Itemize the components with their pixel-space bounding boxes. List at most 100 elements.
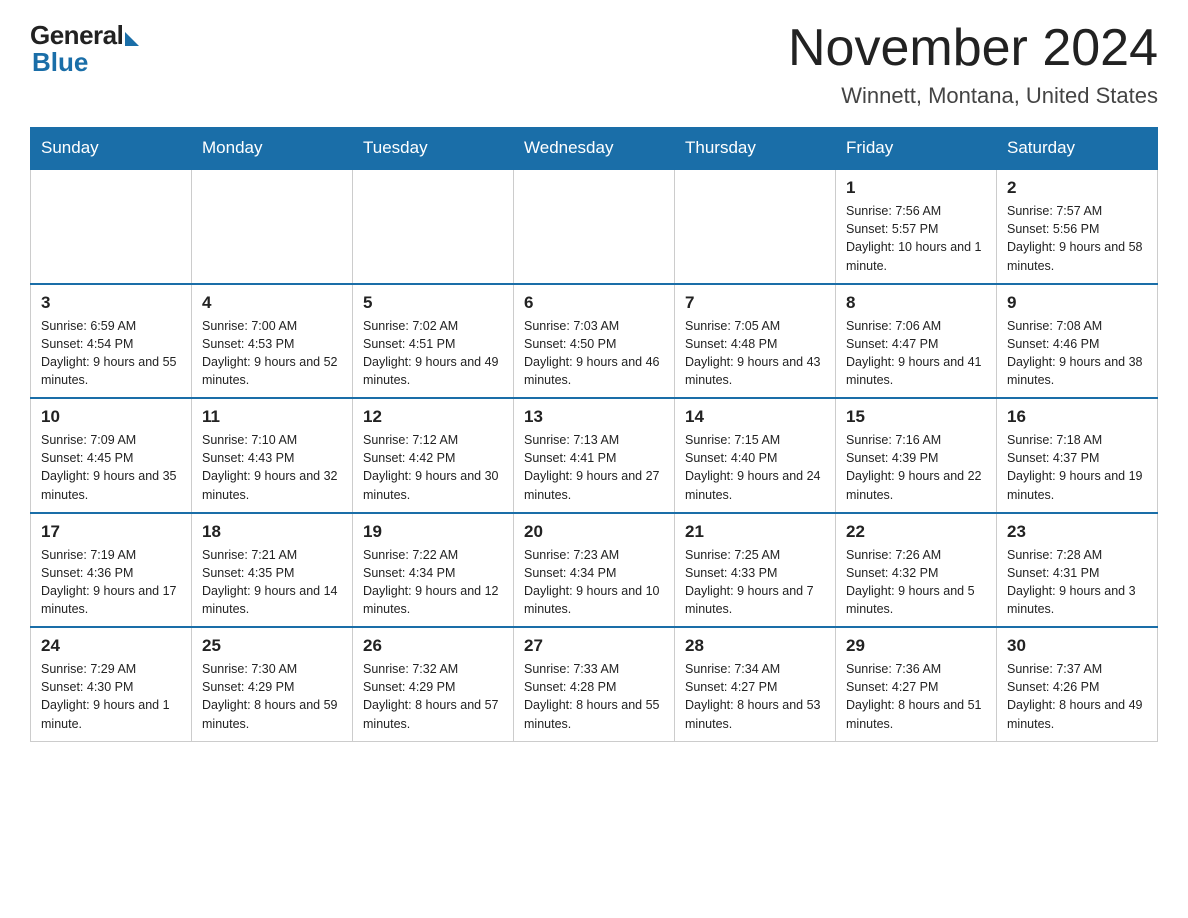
week-row-2: 3Sunrise: 6:59 AM Sunset: 4:54 PM Daylig… — [31, 284, 1158, 399]
day-info: Sunrise: 7:02 AM Sunset: 4:51 PM Dayligh… — [363, 317, 503, 390]
week-row-5: 24 Sunrise: 7:29 AM Sunset: 4:30 PM Dayli… — [31, 627, 1158, 741]
day-number: 12 — [363, 407, 503, 427]
calendar-cell — [514, 169, 675, 284]
day-number: 26 — [363, 636, 503, 656]
calendar-header-wednesday: Wednesday — [514, 128, 675, 170]
logo-text-blue: Blue — [32, 47, 88, 78]
day-info: Sunrise: 7:36 AM Sunset: 4:27 PM Dayligh… — [846, 660, 986, 733]
calendar-cell — [31, 169, 192, 284]
page-header: General Blue November 2024 Winnett, Mont… — [30, 20, 1158, 109]
calendar-cell: 8 Sunrise: 7:06 AM Sunset: 4:47 PM Daylig… — [836, 284, 997, 399]
calendar-header-saturday: Saturday — [997, 128, 1158, 170]
day-number: 14 — [685, 407, 825, 427]
day-info: Sunrise: 7:10 AM Sunset: 4:43 PM Dayligh… — [202, 431, 342, 504]
calendar-cell: 12 Sunrise: 7:12 AM Sunset: 4:42 PM Dayli… — [353, 398, 514, 513]
day-info: Sunrise: 7:16 AM Sunset: 4:39 PM Dayligh… — [846, 431, 986, 504]
calendar-cell — [353, 169, 514, 284]
calendar-table: SundayMondayTuesdayWednesdayThursdayFrid… — [30, 127, 1158, 742]
calendar-cell: 2Sunrise: 7:57 AM Sunset: 5:56 PM Daylig… — [997, 169, 1158, 284]
calendar-cell: 24 Sunrise: 7:29 AM Sunset: 4:30 PM Dayli… — [31, 627, 192, 741]
calendar-cell: 6Sunrise: 7:03 AM Sunset: 4:50 PM Daylig… — [514, 284, 675, 399]
day-info: Sunrise: 7:15 AM Sunset: 4:40 PM Dayligh… — [685, 431, 825, 504]
day-number: 15 — [846, 407, 986, 427]
day-number: 23 — [1007, 522, 1147, 542]
day-info: Sunrise: 7:32 AM Sunset: 4:29 PM Dayligh… — [363, 660, 503, 733]
day-number: 28 — [685, 636, 825, 656]
calendar-cell — [192, 169, 353, 284]
day-number: 1 — [846, 178, 986, 198]
day-number: 8 — [846, 293, 986, 313]
day-info: Sunrise: 7:37 AM Sunset: 4:26 PM Dayligh… — [1007, 660, 1147, 733]
calendar-cell: 23Sunrise: 7:28 AM Sunset: 4:31 PM Dayli… — [997, 513, 1158, 628]
day-number: 19 — [363, 522, 503, 542]
calendar-cell: 25 Sunrise: 7:30 AM Sunset: 4:29 PM Dayli… — [192, 627, 353, 741]
calendar-cell: 7 Sunrise: 7:05 AM Sunset: 4:48 PM Daylig… — [675, 284, 836, 399]
calendar-cell: 3Sunrise: 6:59 AM Sunset: 4:54 PM Daylig… — [31, 284, 192, 399]
calendar-header-sunday: Sunday — [31, 128, 192, 170]
day-info: Sunrise: 7:33 AM Sunset: 4:28 PM Dayligh… — [524, 660, 664, 733]
calendar-cell: 10Sunrise: 7:09 AM Sunset: 4:45 PM Dayli… — [31, 398, 192, 513]
calendar-cell: 18Sunrise: 7:21 AM Sunset: 4:35 PM Dayli… — [192, 513, 353, 628]
calendar-cell: 14 Sunrise: 7:15 AM Sunset: 4:40 PM Dayli… — [675, 398, 836, 513]
calendar-header-friday: Friday — [836, 128, 997, 170]
day-info: Sunrise: 7:23 AM Sunset: 4:34 PM Dayligh… — [524, 546, 664, 619]
day-number: 29 — [846, 636, 986, 656]
calendar-cell: 22 Sunrise: 7:26 AM Sunset: 4:32 PM Dayli… — [836, 513, 997, 628]
day-number: 17 — [41, 522, 181, 542]
calendar-cell: 27 Sunrise: 7:33 AM Sunset: 4:28 PM Dayli… — [514, 627, 675, 741]
day-info: Sunrise: 7:56 AM Sunset: 5:57 PM Dayligh… — [846, 202, 986, 275]
day-number: 11 — [202, 407, 342, 427]
calendar-cell: 11 Sunrise: 7:10 AM Sunset: 4:43 PM Dayli… — [192, 398, 353, 513]
calendar-header-thursday: Thursday — [675, 128, 836, 170]
day-info: Sunrise: 7:12 AM Sunset: 4:42 PM Dayligh… — [363, 431, 503, 504]
calendar-header-tuesday: Tuesday — [353, 128, 514, 170]
calendar-cell: 30 Sunrise: 7:37 AM Sunset: 4:26 PM Dayli… — [997, 627, 1158, 741]
day-info: Sunrise: 7:00 AM Sunset: 4:53 PM Dayligh… — [202, 317, 342, 390]
day-info: Sunrise: 7:03 AM Sunset: 4:50 PM Dayligh… — [524, 317, 664, 390]
calendar-header-monday: Monday — [192, 128, 353, 170]
logo: General Blue — [30, 20, 139, 78]
day-number: 3 — [41, 293, 181, 313]
day-number: 22 — [846, 522, 986, 542]
day-info: Sunrise: 7:09 AM Sunset: 4:45 PM Dayligh… — [41, 431, 181, 504]
logo-triangle-icon — [125, 32, 139, 46]
week-row-1: 1 Sunrise: 7:56 AM Sunset: 5:57 PM Daylig… — [31, 169, 1158, 284]
day-info: Sunrise: 7:05 AM Sunset: 4:48 PM Dayligh… — [685, 317, 825, 390]
calendar-cell: 29 Sunrise: 7:36 AM Sunset: 4:27 PM Dayli… — [836, 627, 997, 741]
day-number: 30 — [1007, 636, 1147, 656]
day-info: Sunrise: 7:22 AM Sunset: 4:34 PM Dayligh… — [363, 546, 503, 619]
day-number: 7 — [685, 293, 825, 313]
calendar-cell: 15 Sunrise: 7:16 AM Sunset: 4:39 PM Dayli… — [836, 398, 997, 513]
calendar-cell: 16Sunrise: 7:18 AM Sunset: 4:37 PM Dayli… — [997, 398, 1158, 513]
day-number: 24 — [41, 636, 181, 656]
day-number: 9 — [1007, 293, 1147, 313]
day-number: 13 — [524, 407, 664, 427]
week-row-4: 17 Sunrise: 7:19 AM Sunset: 4:36 PM Dayli… — [31, 513, 1158, 628]
calendar-cell: 9Sunrise: 7:08 AM Sunset: 4:46 PM Daylig… — [997, 284, 1158, 399]
calendar-cell — [675, 169, 836, 284]
day-number: 25 — [202, 636, 342, 656]
day-number: 21 — [685, 522, 825, 542]
calendar-cell: 19 Sunrise: 7:22 AM Sunset: 4:34 PM Dayli… — [353, 513, 514, 628]
week-row-3: 10Sunrise: 7:09 AM Sunset: 4:45 PM Dayli… — [31, 398, 1158, 513]
day-info: Sunrise: 7:18 AM Sunset: 4:37 PM Dayligh… — [1007, 431, 1147, 504]
main-title: November 2024 — [788, 20, 1158, 77]
calendar-cell: 26 Sunrise: 7:32 AM Sunset: 4:29 PM Dayli… — [353, 627, 514, 741]
day-info: Sunrise: 7:25 AM Sunset: 4:33 PM Dayligh… — [685, 546, 825, 619]
day-info: Sunrise: 7:30 AM Sunset: 4:29 PM Dayligh… — [202, 660, 342, 733]
day-info: Sunrise: 7:19 AM Sunset: 4:36 PM Dayligh… — [41, 546, 181, 619]
calendar-cell: 4 Sunrise: 7:00 AM Sunset: 4:53 PM Daylig… — [192, 284, 353, 399]
day-number: 27 — [524, 636, 664, 656]
day-info: Sunrise: 7:06 AM Sunset: 4:47 PM Dayligh… — [846, 317, 986, 390]
day-number: 4 — [202, 293, 342, 313]
day-info: Sunrise: 7:57 AM Sunset: 5:56 PM Dayligh… — [1007, 202, 1147, 275]
subtitle: Winnett, Montana, United States — [788, 83, 1158, 109]
calendar-cell: 5Sunrise: 7:02 AM Sunset: 4:51 PM Daylig… — [353, 284, 514, 399]
calendar-cell: 13Sunrise: 7:13 AM Sunset: 4:41 PM Dayli… — [514, 398, 675, 513]
day-number: 20 — [524, 522, 664, 542]
calendar-cell: 1 Sunrise: 7:56 AM Sunset: 5:57 PM Daylig… — [836, 169, 997, 284]
day-info: Sunrise: 7:29 AM Sunset: 4:30 PM Dayligh… — [41, 660, 181, 733]
day-number: 18 — [202, 522, 342, 542]
day-info: Sunrise: 7:26 AM Sunset: 4:32 PM Dayligh… — [846, 546, 986, 619]
calendar-cell: 21 Sunrise: 7:25 AM Sunset: 4:33 PM Dayli… — [675, 513, 836, 628]
